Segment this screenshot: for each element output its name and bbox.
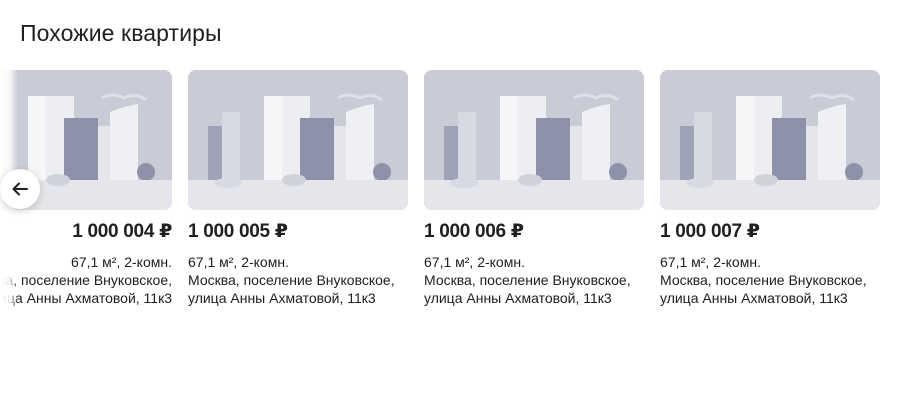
apartment-address-line2: улица Анны Ахматовой, 11к3 (660, 290, 848, 306)
apartment-address-line2: улица Анны Ахматовой, 11к3 (188, 290, 376, 306)
carousel-track: 1 000 004 ₽ 67,1 м², 2-комн. Москва, пос… (0, 70, 880, 330)
apartment-photo-placeholder[interactable] (424, 70, 644, 210)
apartment-card[interactable]: 1 000 005 ₽ 67,1 м², 2-комн. Москва, пос… (188, 70, 408, 330)
apartment-address-line2: улица Анны Ахматовой, 11к3 (0, 290, 172, 306)
apartment-params: 67,1 м², 2-комн. (660, 254, 761, 270)
apartment-address-line1: Москва, поселение Внуковское, (0, 272, 172, 288)
apartment-params: 67,1 м², 2-комн. (424, 254, 525, 270)
apartment-address-line1: Москва, поселение Внуковское, (660, 272, 867, 288)
apartment-card[interactable]: 1 000 007 ₽ 67,1 м², 2-комн. Москва, пос… (660, 70, 880, 330)
apartment-photo-placeholder[interactable] (188, 70, 408, 210)
city-illustration-icon (660, 70, 880, 210)
apartment-price: 1 000 005 ₽ (188, 221, 288, 242)
section-title: Похожие квартиры (20, 20, 222, 46)
apartment-address-line1: Москва, поселение Внуковское, (424, 272, 631, 288)
apartment-address-line2: улица Анны Ахматовой, 11к3 (424, 290, 612, 306)
apartment-photo-placeholder[interactable] (660, 70, 880, 210)
similar-apartments-carousel: 1 000 004 ₽ 67,1 м², 2-комн. Москва, пос… (0, 70, 900, 330)
apartment-price: 1 000 004 ₽ (72, 221, 172, 242)
apartment-params: 67,1 м², 2-комн. (188, 254, 289, 270)
arrow-left-icon (12, 182, 28, 196)
apartment-params: 67,1 м², 2-комн. (71, 254, 172, 270)
apartment-price: 1 000 006 ₽ (424, 221, 524, 242)
carousel-prev-button[interactable] (0, 169, 40, 209)
city-illustration-icon (424, 70, 644, 210)
apartment-price: 1 000 007 ₽ (660, 221, 760, 242)
apartment-card[interactable]: 1 000 006 ₽ 67,1 м², 2-комн. Москва, пос… (424, 70, 644, 330)
apartment-address-line1: Москва, поселение Внуковское, (188, 272, 395, 288)
city-illustration-icon (188, 70, 408, 210)
